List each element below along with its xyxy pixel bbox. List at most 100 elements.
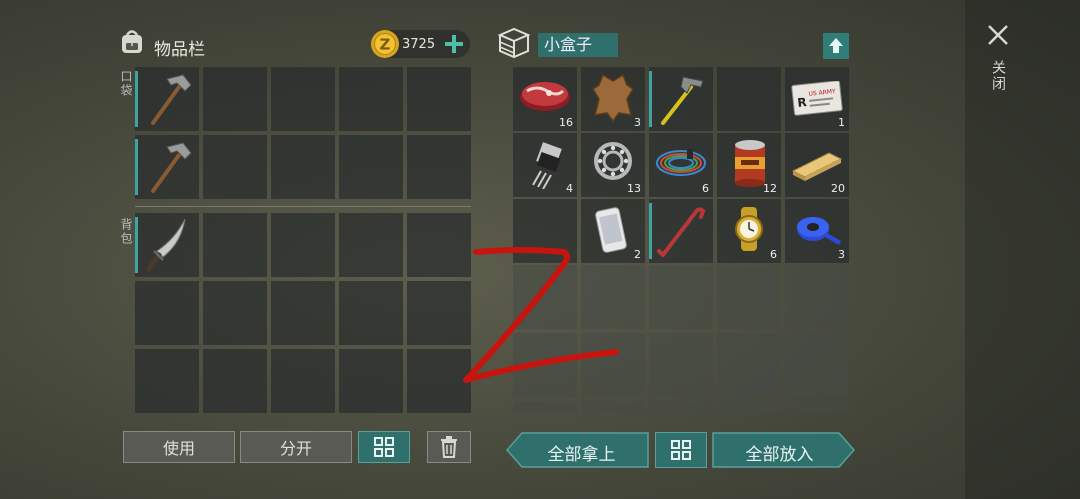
backpack-slot[interactable] <box>203 213 267 277</box>
item-count: 6 <box>702 182 709 195</box>
pickaxe-icon <box>141 139 195 195</box>
leather-icon <box>589 71 637 125</box>
sort-inventory-button[interactable] <box>358 431 410 463</box>
backpack-slot[interactable] <box>339 213 403 277</box>
transistor-icon <box>525 141 565 189</box>
item-count: 6 <box>770 248 777 261</box>
pocket-slot[interactable] <box>407 135 471 199</box>
pocket-slot[interactable] <box>135 67 199 131</box>
plank-icon <box>789 145 845 185</box>
backpack-slot[interactable] <box>271 281 335 345</box>
container-slot[interactable] <box>649 401 713 413</box>
equipped-indicator <box>135 139 138 195</box>
container-slot[interactable]: 3 <box>581 67 645 131</box>
pocket-slot[interactable] <box>339 67 403 131</box>
backpack-slot[interactable] <box>203 349 267 413</box>
backpack-slot[interactable] <box>339 281 403 345</box>
container-title: 小盒子 <box>538 33 618 57</box>
pocket-slot[interactable] <box>135 135 199 199</box>
backpack-slot[interactable] <box>203 281 267 345</box>
container-slot[interactable] <box>717 401 781 413</box>
put-all-button[interactable]: 全部放入 <box>712 432 855 468</box>
pocket-slot[interactable] <box>339 135 403 199</box>
pocket-slot[interactable] <box>203 67 267 131</box>
container-slot[interactable] <box>649 265 713 329</box>
backpack-icon <box>118 29 146 55</box>
crowbar-icon <box>655 203 709 259</box>
container-slot[interactable]: 16 <box>513 67 577 131</box>
pickaxe-icon <box>141 71 195 127</box>
backpack-slot[interactable] <box>339 349 403 413</box>
canned-food-icon <box>733 139 767 187</box>
arrow-up-icon <box>829 38 843 53</box>
container-slot[interactable]: 20 <box>785 133 849 197</box>
container-slot[interactable] <box>649 199 713 263</box>
section-divider <box>135 206 471 207</box>
equipped-indicator <box>135 217 138 273</box>
backpack-slot[interactable] <box>271 213 335 277</box>
pocket-slot[interactable] <box>203 135 267 199</box>
grid-sort-icon <box>671 440 691 460</box>
trash-icon <box>441 436 457 458</box>
item-count: 13 <box>627 182 641 195</box>
container-slot[interactable] <box>649 67 713 131</box>
container-slot[interactable]: 12 <box>717 133 781 197</box>
split-button[interactable]: 分开 <box>240 431 352 463</box>
container-slot[interactable] <box>785 265 849 329</box>
pocket-slot[interactable] <box>407 67 471 131</box>
hammer-icon <box>657 71 709 127</box>
close-label: 关闭 <box>990 60 1006 92</box>
container-slot[interactable] <box>649 333 713 397</box>
pocket-slot[interactable] <box>271 135 335 199</box>
use-button[interactable]: 使用 <box>123 431 235 463</box>
container-slot[interactable]: 13 <box>581 133 645 197</box>
currency-coin-letter: Z <box>380 36 391 54</box>
container-slot[interactable]: 6 <box>717 199 781 263</box>
container-slot[interactable]: 6 <box>649 133 713 197</box>
backpack-slot[interactable] <box>271 349 335 413</box>
item-count: 3 <box>838 248 845 261</box>
container-slot[interactable] <box>581 401 645 413</box>
backpack-slot[interactable] <box>135 281 199 345</box>
close-button[interactable]: 关闭 <box>983 20 1013 110</box>
close-icon <box>988 25 1008 45</box>
container-slot[interactable] <box>717 67 781 131</box>
pocket-label: 口袋 <box>119 70 133 98</box>
sort-container-button[interactable] <box>655 432 707 468</box>
machete-icon <box>141 215 195 275</box>
equipped-indicator <box>135 71 138 127</box>
meat-icon <box>517 75 573 115</box>
container-slot[interactable]: 3 <box>785 199 849 263</box>
pocket-slot[interactable] <box>271 67 335 131</box>
container-slot[interactable] <box>513 401 577 413</box>
wire-icon <box>653 143 709 183</box>
put-all-label: 全部放入 <box>745 445 814 465</box>
container-slot[interactable] <box>785 401 849 413</box>
container-slot[interactable] <box>717 333 781 397</box>
id-card-icon: R US ARMY <box>791 81 843 117</box>
currency-coin-icon: Z <box>370 29 400 59</box>
container-slot[interactable] <box>785 333 849 397</box>
box-icon <box>496 27 532 59</box>
backpack-label: 背包 <box>119 218 133 246</box>
item-count: 2 <box>634 248 641 261</box>
tape-icon <box>791 209 843 249</box>
equipped-indicator <box>649 203 652 259</box>
backpack-slot[interactable] <box>135 213 199 277</box>
container-slot[interactable]: 4 <box>513 133 577 197</box>
container-slot[interactable]: R US ARMY 1 <box>785 67 849 131</box>
bearing-icon <box>593 141 633 181</box>
watch-icon <box>727 205 771 253</box>
upload-button[interactable] <box>823 33 849 59</box>
container-slot[interactable] <box>717 265 781 329</box>
discard-button[interactable] <box>427 431 471 463</box>
inventory-title: 物品栏 <box>154 40 205 60</box>
take-all-label: 全部拿上 <box>547 445 616 465</box>
annotation-mark <box>460 242 630 387</box>
equipped-indicator <box>649 71 652 127</box>
take-all-button[interactable]: 全部拿上 <box>506 432 649 468</box>
item-count: 3 <box>634 116 641 129</box>
svg-text:R: R <box>797 95 808 110</box>
add-currency-button[interactable] <box>444 34 464 54</box>
backpack-slot[interactable] <box>135 349 199 413</box>
